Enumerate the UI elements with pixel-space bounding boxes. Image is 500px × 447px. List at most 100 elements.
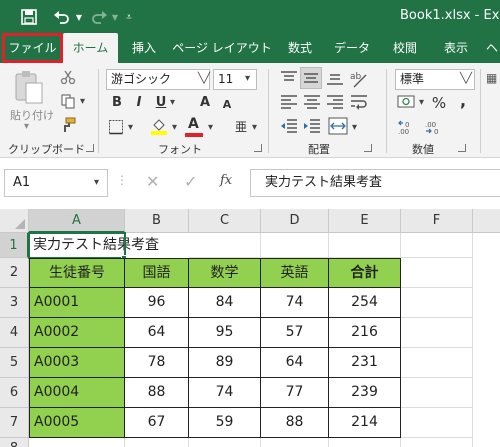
decrease-indent-icon[interactable]: [280, 119, 298, 136]
cell-f6[interactable]: [401, 378, 473, 408]
cell-d8[interactable]: [261, 438, 329, 447]
align-bottom-icon[interactable]: [326, 71, 344, 88]
name-box[interactable]: A1: [4, 169, 108, 197]
borders-icon[interactable]: [108, 119, 124, 138]
align-right-icon[interactable]: [326, 95, 344, 112]
phonetic-dropdown-icon[interactable]: ▾: [252, 122, 257, 133]
percent-style-button[interactable]: %: [430, 93, 448, 113]
number-format-dropdown-icon[interactable]: ╲╱: [460, 73, 472, 84]
cell-f1[interactable]: [401, 233, 473, 258]
paste-dropdown-icon[interactable]: ▾: [24, 121, 29, 132]
shrink-font-button[interactable]: A: [218, 95, 236, 115]
row-header-2[interactable]: 2: [0, 258, 29, 288]
accounting-dropdown-icon[interactable]: ▾: [419, 97, 424, 108]
font-name-dropdown-icon[interactable]: ╲╱: [198, 73, 210, 84]
font-size-select[interactable]: 11: [213, 69, 257, 90]
column-header-f[interactable]: F: [401, 209, 473, 233]
fill-color-dropdown-icon[interactable]: ▾: [172, 122, 177, 133]
cell-f4[interactable]: [401, 318, 473, 348]
tab-home[interactable]: ホーム: [63, 33, 118, 63]
underline-dropdown-icon[interactable]: ▾: [170, 97, 175, 108]
merge-center-icon[interactable]: [328, 117, 348, 138]
underline-button[interactable]: U: [152, 93, 170, 113]
format-painter-icon[interactable]: [60, 117, 76, 136]
comma-style-button[interactable]: ,: [454, 91, 472, 111]
cell-a7[interactable]: A0005: [29, 408, 125, 438]
cell-b5[interactable]: 78: [125, 348, 189, 378]
cell-f2[interactable]: [401, 258, 473, 288]
cell-c3[interactable]: 84: [189, 288, 261, 318]
cell-a5[interactable]: A0003: [29, 348, 125, 378]
cell-e4[interactable]: 216: [329, 318, 401, 348]
undo-dropdown-icon[interactable]: ▼: [74, 7, 84, 27]
cell-e5[interactable]: 231: [329, 348, 401, 378]
cell-e8[interactable]: [329, 438, 401, 447]
increase-indent-icon[interactable]: [303, 119, 321, 136]
cell-c7[interactable]: 59: [189, 408, 261, 438]
row-header-8[interactable]: 8: [0, 438, 29, 447]
font-color-icon[interactable]: A: [184, 116, 204, 137]
tab-data[interactable]: データ: [330, 33, 374, 63]
cell-d4[interactable]: 57: [261, 318, 329, 348]
cell-a2[interactable]: 生徒番号: [29, 258, 125, 288]
align-left-icon[interactable]: [280, 95, 298, 112]
italic-button[interactable]: I: [130, 93, 148, 113]
copy-icon[interactable]: [60, 93, 76, 112]
column-header-a[interactable]: A: [29, 209, 125, 233]
cell-a8[interactable]: [29, 438, 125, 447]
tab-view[interactable]: 表示: [436, 33, 476, 63]
fill-color-icon[interactable]: [150, 117, 168, 138]
customize-quick-access-icon[interactable]: ⩡: [122, 7, 136, 27]
cell-f8[interactable]: [401, 438, 473, 447]
font-color-dropdown-icon[interactable]: ▾: [208, 122, 213, 133]
copy-dropdown-icon[interactable]: ▾: [80, 96, 85, 107]
phonetic-guide-button[interactable]: 亜: [232, 117, 250, 137]
tab-file[interactable]: ファイル: [2, 33, 63, 63]
cell-d5[interactable]: 64: [261, 348, 329, 378]
redo-dropdown-icon[interactable]: ▼: [110, 7, 120, 27]
font-launcher-icon[interactable]: [254, 144, 262, 152]
insert-function-icon[interactable]: fx: [220, 173, 232, 188]
align-top-icon[interactable]: [280, 71, 298, 88]
decrease-decimal-icon[interactable]: .00 0: [424, 119, 444, 138]
row-header-4[interactable]: 4: [0, 318, 29, 348]
cell-b7[interactable]: 67: [125, 408, 189, 438]
cell-b4[interactable]: 64: [125, 318, 189, 348]
cell-a3[interactable]: A0001: [29, 288, 125, 318]
row-header-3[interactable]: 3: [0, 288, 29, 318]
paste-label[interactable]: 貼り付け: [10, 107, 54, 123]
cell-d1[interactable]: [261, 233, 329, 258]
cell-c5[interactable]: 89: [189, 348, 261, 378]
merge-dropdown-icon[interactable]: ▾: [352, 122, 357, 133]
cell-d3[interactable]: 74: [261, 288, 329, 318]
cell-a4[interactable]: A0002: [29, 318, 125, 348]
column-header-c[interactable]: C: [189, 209, 261, 233]
column-header-b[interactable]: B: [125, 209, 189, 233]
cell-e6[interactable]: 239: [329, 378, 401, 408]
borders-dropdown-icon[interactable]: ▾: [128, 122, 133, 133]
row-header-5[interactable]: 5: [0, 348, 29, 378]
cell-c6[interactable]: 74: [189, 378, 261, 408]
align-middle-icon[interactable]: [300, 67, 322, 89]
wrap-text-icon[interactable]: [350, 93, 368, 114]
increase-decimal-icon[interactable]: 0.00: [397, 119, 417, 138]
cell-f5[interactable]: [401, 348, 473, 378]
cell-f3[interactable]: [401, 288, 473, 318]
tab-review[interactable]: 校閲: [385, 33, 425, 63]
tab-formulas[interactable]: 数式: [280, 33, 320, 63]
cell-d6[interactable]: 77: [261, 378, 329, 408]
row-header-6[interactable]: 6: [0, 378, 29, 408]
cut-icon[interactable]: [60, 69, 76, 88]
alignment-launcher-icon[interactable]: [364, 144, 372, 152]
cell-e7[interactable]: 214: [329, 408, 401, 438]
redo-icon[interactable]: [88, 7, 110, 27]
confirm-entry-icon[interactable]: ✓: [184, 172, 197, 191]
cell-c2[interactable]: 数学: [189, 258, 261, 288]
font-name-select[interactable]: 游ゴシック: [106, 69, 210, 90]
formula-bar-grip-icon[interactable]: ⋮: [116, 173, 128, 187]
column-header-d[interactable]: D: [261, 209, 329, 233]
undo-icon[interactable]: [50, 7, 74, 27]
cancel-entry-icon[interactable]: ✕: [146, 172, 159, 191]
column-header-e[interactable]: E: [329, 209, 401, 233]
paste-icon[interactable]: [12, 69, 48, 105]
